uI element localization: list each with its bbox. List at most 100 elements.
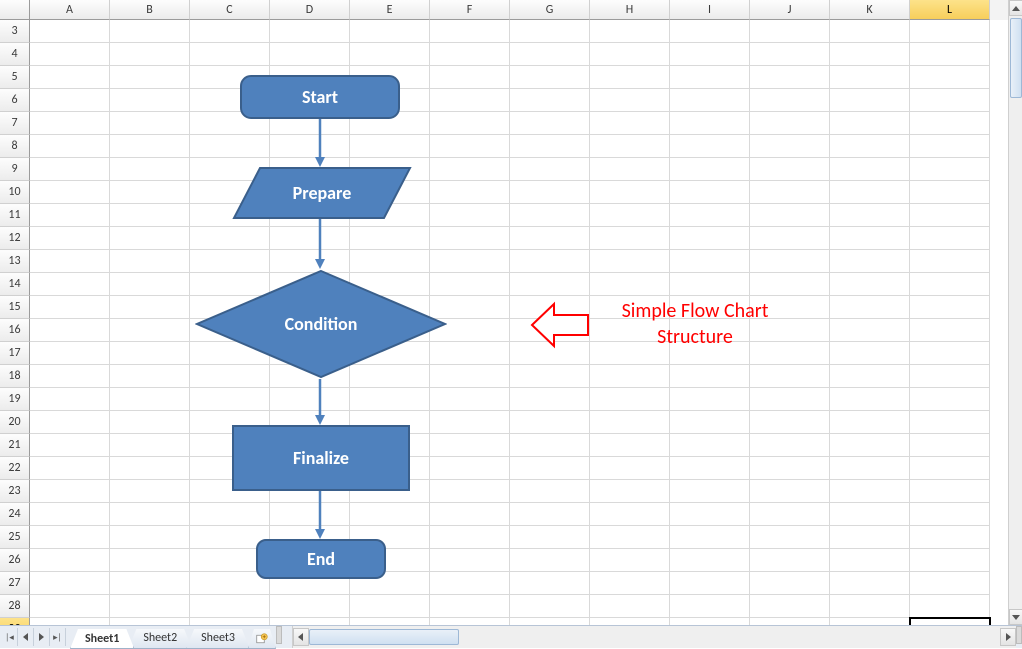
flowchart-end-shape[interactable]: End: [256, 539, 386, 579]
cell-K27[interactable]: [830, 572, 910, 595]
cell-E3[interactable]: [350, 20, 430, 43]
cell-A5[interactable]: [30, 66, 110, 89]
cell-L27[interactable]: [910, 572, 990, 595]
tab-nav-last[interactable]: ▸|: [50, 628, 66, 646]
cell-A19[interactable]: [30, 388, 110, 411]
cell-G4[interactable]: [510, 43, 590, 66]
row-header-11[interactable]: 11: [0, 204, 30, 227]
cell-F10[interactable]: [430, 181, 510, 204]
cell-H21[interactable]: [590, 434, 670, 457]
cell-C19[interactable]: [190, 388, 270, 411]
cell-L12[interactable]: [910, 227, 990, 250]
cell-H9[interactable]: [590, 158, 670, 181]
cell-B27[interactable]: [110, 572, 190, 595]
vertical-scrollbar[interactable]: [1008, 0, 1022, 625]
cell-C8[interactable]: [190, 135, 270, 158]
column-header-A[interactable]: A: [30, 0, 110, 20]
cell-B19[interactable]: [110, 388, 190, 411]
tab-nav-first[interactable]: |◂: [2, 628, 18, 646]
sheet-tab-sheet3[interactable]: Sheet3: [186, 629, 250, 649]
row-header-3[interactable]: 3: [0, 20, 30, 43]
cell-J25[interactable]: [750, 526, 830, 549]
cell-G19[interactable]: [510, 388, 590, 411]
cell-I28[interactable]: [670, 595, 750, 618]
cell-D19[interactable]: [270, 388, 350, 411]
cell-K6[interactable]: [830, 89, 910, 112]
select-all-corner[interactable]: [0, 0, 30, 20]
cell-F21[interactable]: [430, 434, 510, 457]
scroll-left-button[interactable]: [293, 628, 309, 646]
cell-H19[interactable]: [590, 388, 670, 411]
cell-L20[interactable]: [910, 411, 990, 434]
cell-K17[interactable]: [830, 342, 910, 365]
cell-J17[interactable]: [750, 342, 830, 365]
cell-J20[interactable]: [750, 411, 830, 434]
cell-F8[interactable]: [430, 135, 510, 158]
cell-D8[interactable]: [270, 135, 350, 158]
cell-G8[interactable]: [510, 135, 590, 158]
cell-B9[interactable]: [110, 158, 190, 181]
cell-L29[interactable]: [910, 618, 990, 625]
cell-J10[interactable]: [750, 181, 830, 204]
cell-A9[interactable]: [30, 158, 110, 181]
cell-F22[interactable]: [430, 457, 510, 480]
cell-A28[interactable]: [30, 595, 110, 618]
cell-F5[interactable]: [430, 66, 510, 89]
cell-K4[interactable]: [830, 43, 910, 66]
cell-I12[interactable]: [670, 227, 750, 250]
cell-E29[interactable]: [350, 618, 430, 625]
column-header-K[interactable]: K: [830, 0, 910, 20]
sheet-tab-sheet1[interactable]: Sheet1: [70, 629, 134, 649]
cell-F27[interactable]: [430, 572, 510, 595]
cell-H18[interactable]: [590, 365, 670, 388]
tab-split-handle[interactable]: [276, 626, 282, 644]
cell-L3[interactable]: [910, 20, 990, 43]
cell-H8[interactable]: [590, 135, 670, 158]
hscroll-split-handle[interactable]: [1016, 626, 1022, 644]
column-header-I[interactable]: I: [670, 0, 750, 20]
cell-L9[interactable]: [910, 158, 990, 181]
cell-F20[interactable]: [430, 411, 510, 434]
cell-A22[interactable]: [30, 457, 110, 480]
cell-I20[interactable]: [670, 411, 750, 434]
cell-K18[interactable]: [830, 365, 910, 388]
cell-A18[interactable]: [30, 365, 110, 388]
column-header-H[interactable]: H: [590, 0, 670, 20]
horizontal-scrollbar[interactable]: [292, 626, 1016, 648]
cell-H20[interactable]: [590, 411, 670, 434]
cell-A27[interactable]: [30, 572, 110, 595]
cell-J18[interactable]: [750, 365, 830, 388]
cell-I22[interactable]: [670, 457, 750, 480]
cell-H23[interactable]: [590, 480, 670, 503]
cell-A13[interactable]: [30, 250, 110, 273]
cell-H7[interactable]: [590, 112, 670, 135]
cell-G25[interactable]: [510, 526, 590, 549]
cell-B20[interactable]: [110, 411, 190, 434]
cell-I4[interactable]: [670, 43, 750, 66]
cell-A23[interactable]: [30, 480, 110, 503]
cell-J5[interactable]: [750, 66, 830, 89]
cell-C4[interactable]: [190, 43, 270, 66]
cell-G5[interactable]: [510, 66, 590, 89]
callout-arrow-shape[interactable]: [530, 300, 590, 350]
cell-G9[interactable]: [510, 158, 590, 181]
cell-A14[interactable]: [30, 273, 110, 296]
cell-F9[interactable]: [430, 158, 510, 181]
tab-nav-prev[interactable]: [18, 628, 34, 646]
cell-L4[interactable]: [910, 43, 990, 66]
scroll-down-button[interactable]: [1009, 609, 1022, 625]
cell-A29[interactable]: [30, 618, 110, 625]
cell-D29[interactable]: [270, 618, 350, 625]
cell-H14[interactable]: [590, 273, 670, 296]
cell-L17[interactable]: [910, 342, 990, 365]
cell-D12[interactable]: [270, 227, 350, 250]
cell-G14[interactable]: [510, 273, 590, 296]
cell-B8[interactable]: [110, 135, 190, 158]
flowchart-arrow-3[interactable]: [315, 379, 325, 425]
sheet-tab-sheet2[interactable]: Sheet2: [128, 629, 192, 649]
cell-L7[interactable]: [910, 112, 990, 135]
column-header-B[interactable]: B: [110, 0, 190, 20]
row-header-6[interactable]: 6: [0, 89, 30, 112]
cell-G12[interactable]: [510, 227, 590, 250]
cell-K11[interactable]: [830, 204, 910, 227]
